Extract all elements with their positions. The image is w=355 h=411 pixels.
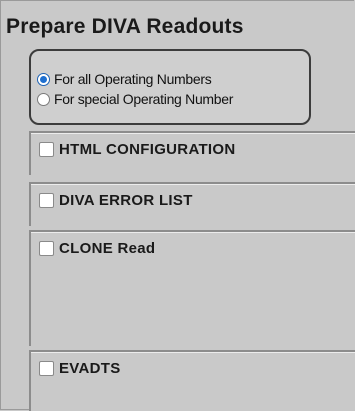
section-label-html-configuration: HTML CONFIGURATION — [59, 141, 236, 158]
checkbox-row-clone-read[interactable]: CLONE Read — [39, 240, 155, 257]
checkbox-icon[interactable] — [39, 361, 54, 376]
section-divider — [31, 232, 355, 233]
radio-label-special: For special Operating Number — [54, 91, 234, 107]
radio-button-checked-icon[interactable] — [37, 72, 50, 86]
checkbox-row-evadts[interactable]: EVADTS — [39, 360, 121, 377]
diva-readouts-panel: Prepare DIVA Readouts For all Operating … — [0, 0, 355, 411]
section-divider — [31, 133, 355, 134]
section-evadts: EVADTS — [29, 350, 355, 411]
radio-button-unchecked-icon[interactable] — [37, 92, 50, 106]
section-diva-error-list: DIVA ERROR LIST — [29, 182, 355, 226]
checkbox-row-html-configuration[interactable]: HTML CONFIGURATION — [39, 141, 236, 158]
panel-title: Prepare DIVA Readouts — [6, 15, 244, 38]
checkbox-row-diva-error-list[interactable]: DIVA ERROR LIST — [39, 192, 193, 209]
operating-number-radio-group: For all Operating Numbers For special Op… — [29, 49, 311, 125]
radio-label-all: For all Operating Numbers — [54, 71, 212, 87]
checkbox-icon[interactable] — [39, 241, 54, 256]
section-label-diva-error-list: DIVA ERROR LIST — [59, 192, 193, 209]
section-clone-read: CLONE Read — [29, 230, 355, 346]
section-label-clone-read: CLONE Read — [59, 240, 156, 257]
section-label-evadts: EVADTS — [59, 360, 121, 377]
section-html-configuration: HTML CONFIGURATION — [29, 131, 355, 175]
checkbox-icon[interactable] — [39, 193, 54, 208]
radio-option-all-operating-numbers[interactable]: For all Operating Numbers — [37, 71, 212, 87]
section-divider — [31, 184, 355, 185]
checkbox-icon[interactable] — [39, 142, 54, 157]
section-divider — [31, 352, 355, 353]
radio-option-special-operating-number[interactable]: For special Operating Number — [37, 91, 233, 107]
